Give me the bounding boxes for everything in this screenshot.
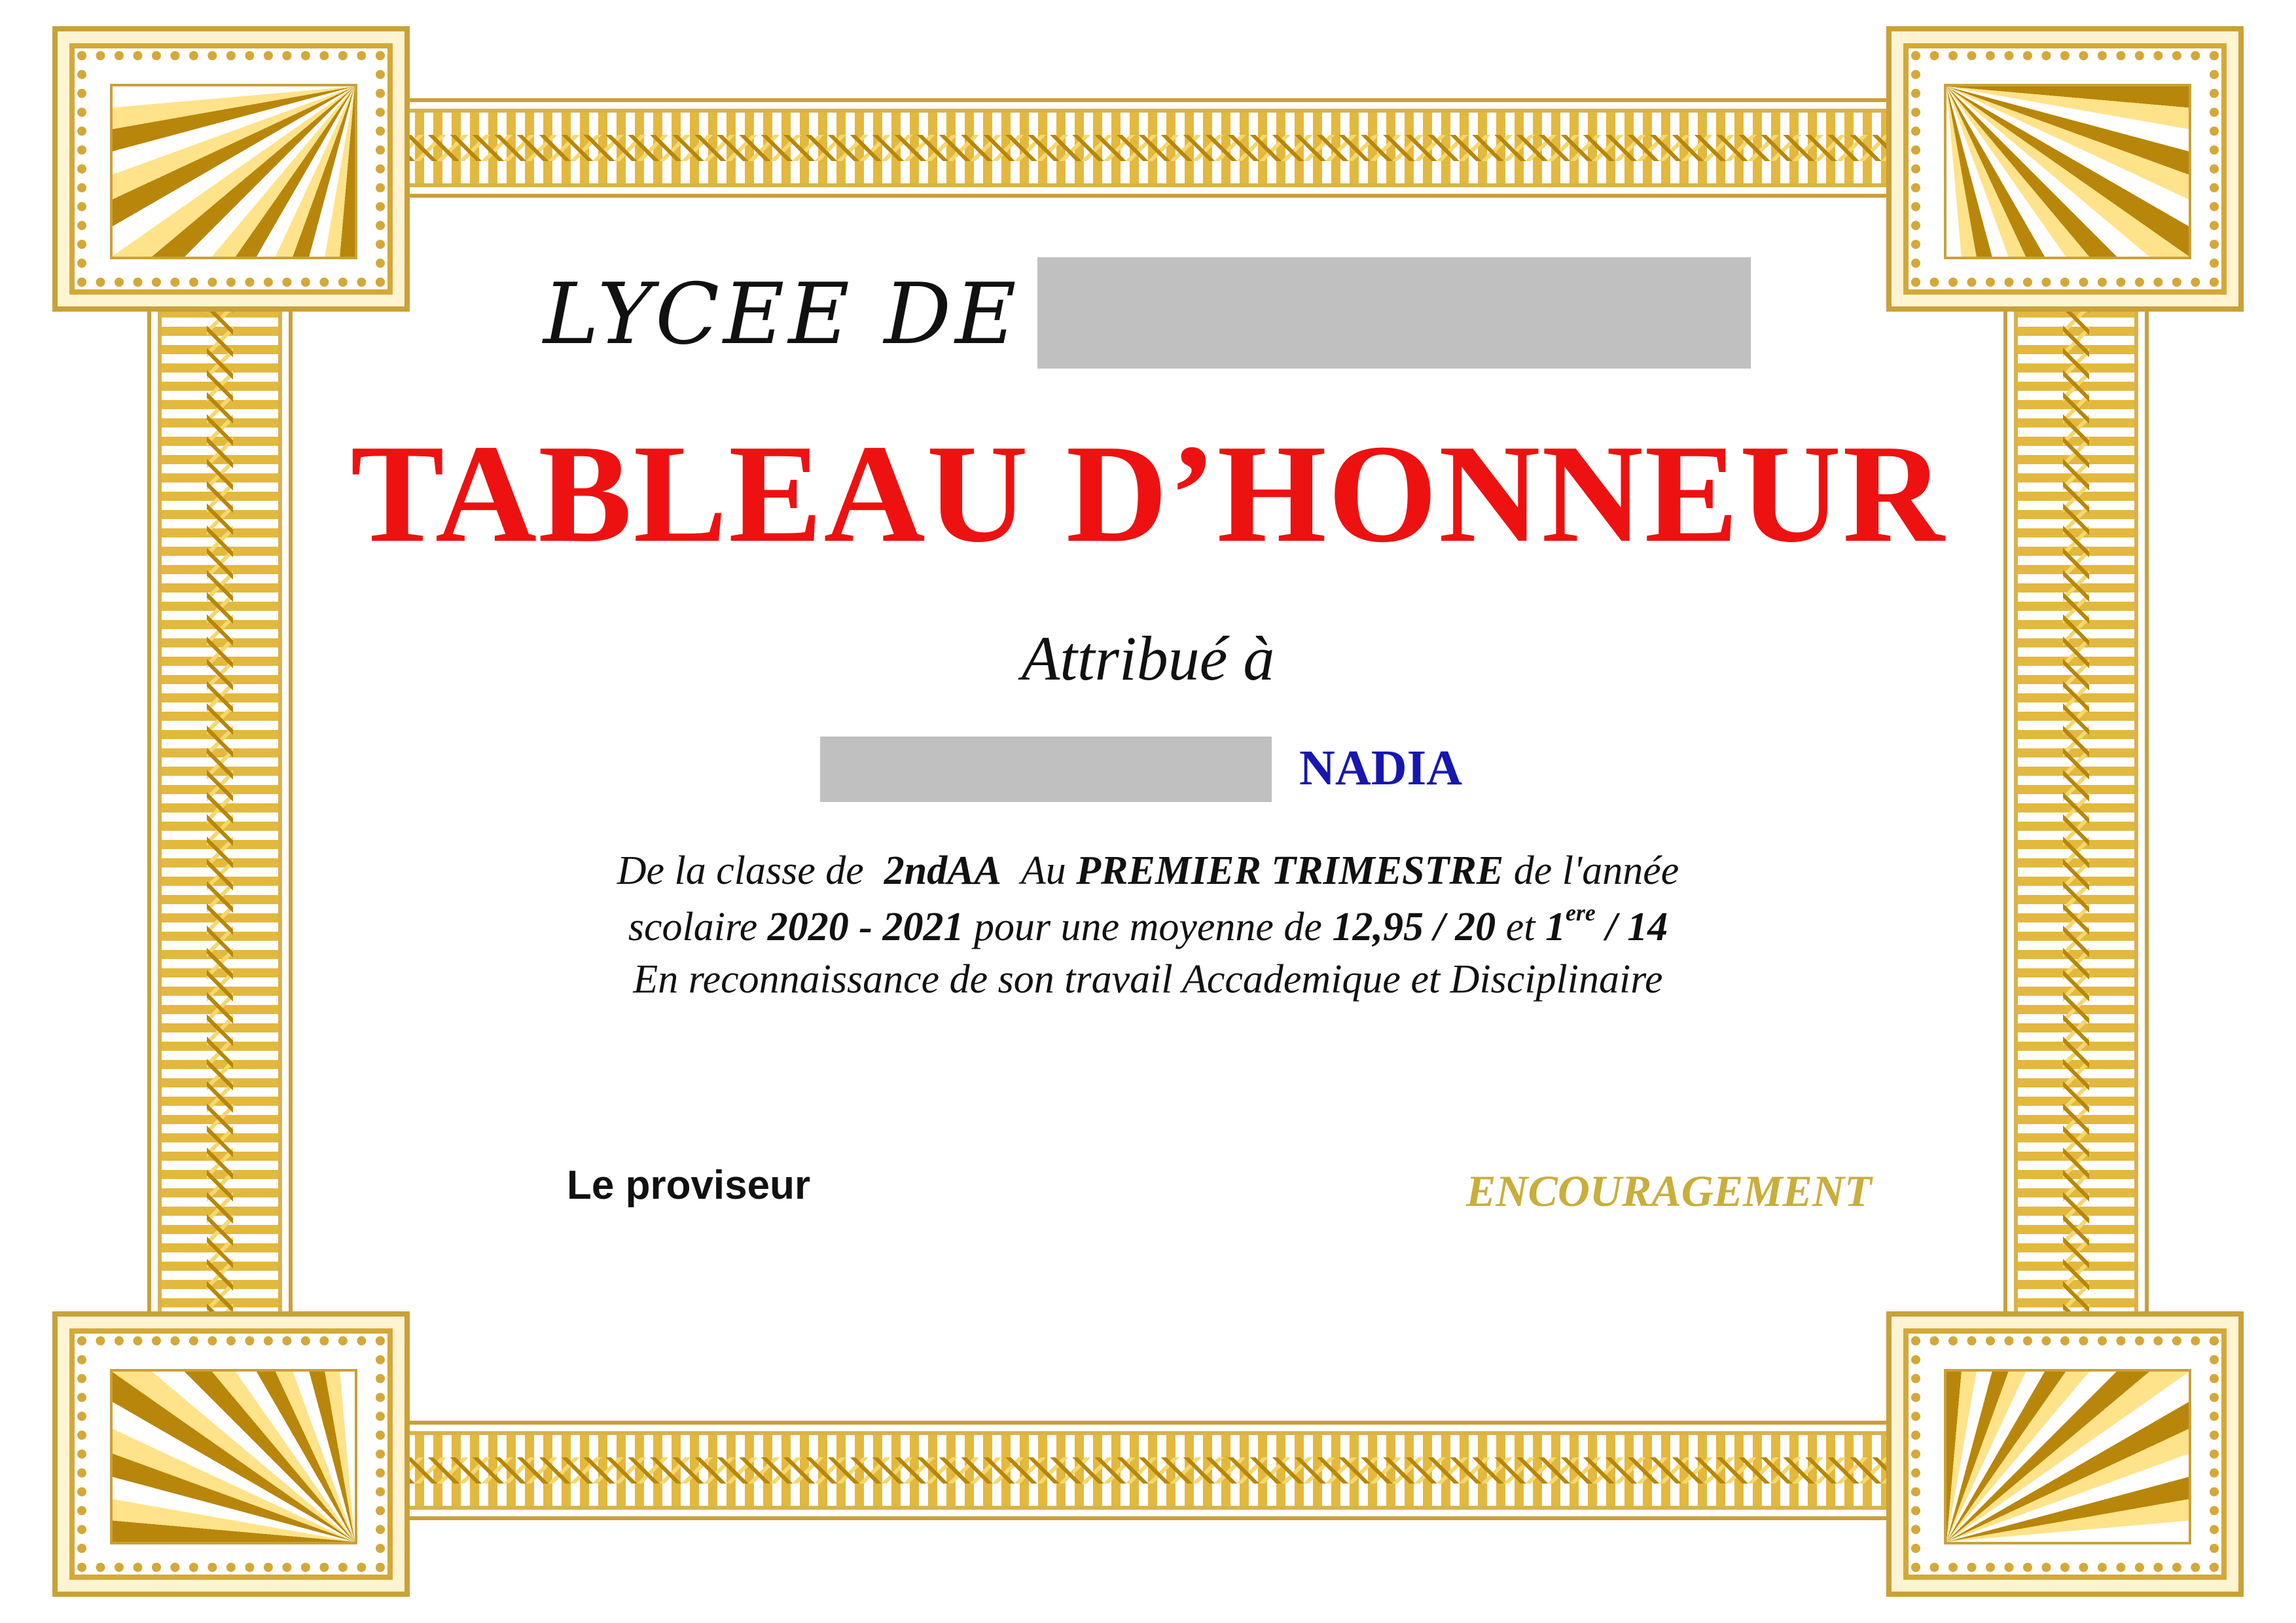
frame-corner-bottom-right: [1886, 1311, 2244, 1597]
gold-frame: [0, 0, 2296, 1623]
rank-number: 1: [1545, 904, 1566, 949]
average-grade: 12,95 / 20: [1332, 904, 1496, 949]
student-firstname: NADIA: [1299, 740, 1463, 795]
frame-border-bottom: [393, 1421, 1903, 1520]
certificate-body: De la classe de 2ndAA Au PREMIER TRIMEST…: [0, 845, 2296, 1006]
frame-corner-top-left: [52, 26, 410, 312]
mention-label: ENCOURAGEMENT: [1466, 1166, 1872, 1216]
frame-corner-bottom-left: [52, 1311, 410, 1597]
text-fragment: de l'année: [1503, 848, 1679, 893]
rank-total: / 14: [1595, 904, 1668, 949]
certificate-title: TABLEAU D’HONNEUR: [350, 415, 1946, 572]
text-fragment: et: [1496, 904, 1545, 949]
school-line: LYCEE DE: [543, 259, 1020, 370]
frame-border-top: [393, 98, 1903, 198]
frame-corner-top-right: [1886, 26, 2244, 312]
school-year: 2020 - 2021: [767, 904, 964, 949]
awarded-to-label: Attribué à: [1021, 623, 1275, 693]
student-lastname-redaction: [820, 737, 1272, 802]
text-fragment: De la classe de: [617, 848, 884, 893]
body-line-1: De la classe de 2ndAA Au PREMIER TRIMEST…: [0, 845, 2296, 898]
term-name: PREMIER TRIMESTRE: [1076, 848, 1504, 893]
school-name-redaction: [1037, 257, 1751, 369]
text-fragment: Au: [1001, 848, 1077, 893]
sunburst-ornament: [110, 1369, 357, 1544]
signatory-label: Le proviseur: [567, 1163, 811, 1208]
sunburst-ornament: [1944, 1369, 2191, 1544]
class-rank: 1ere / 14: [1545, 900, 1668, 949]
body-line-2: scolaire 2020 - 2021 pour une moyenne de…: [0, 898, 2296, 954]
school-prefix: LYCEE DE: [543, 265, 1020, 363]
body-line-3: En reconnaissance de son travail Accadem…: [633, 957, 1663, 1002]
rank-suffix: ere: [1565, 899, 1596, 926]
class-name: 2ndAA: [884, 848, 1001, 893]
sunburst-ornament: [1944, 84, 2191, 259]
text-fragment: scolaire: [628, 904, 768, 949]
sunburst-ornament: [110, 84, 357, 259]
text-fragment: pour une moyenne de: [963, 904, 1333, 949]
